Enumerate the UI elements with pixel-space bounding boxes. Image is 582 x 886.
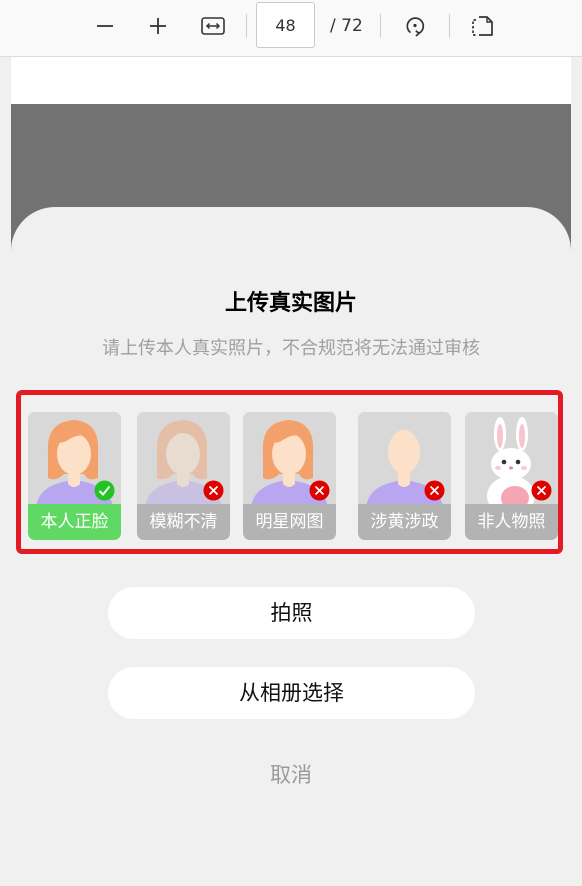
pdf-page: 上传真实图片 请上传本人真实照片，不合规范将无法通过审核 本人正脸 模糊不清 明… — [11, 57, 571, 886]
example-label: 模糊不清 — [137, 504, 230, 540]
upload-bottom-sheet: 上传真实图片 请上传本人真实照片，不合规范将无法通过审核 本人正脸 模糊不清 明… — [11, 207, 571, 886]
zoom-in-button[interactable] — [138, 8, 178, 44]
wrong-icon — [424, 480, 445, 501]
page-view-icon — [472, 16, 493, 36]
wrong-icon — [203, 480, 224, 501]
page-top-strip — [11, 57, 571, 104]
example-card-celebrity: 明星网图 — [243, 412, 336, 540]
fit-width-icon — [201, 17, 225, 35]
fit-width-button[interactable] — [193, 8, 233, 44]
example-card-inappropriate: 涉黄涉政 — [358, 412, 451, 540]
rotate-icon — [406, 17, 425, 37]
plus-icon — [150, 18, 166, 34]
wrong-icon — [531, 480, 552, 501]
example-label: 本人正脸 — [28, 504, 121, 540]
choose-from-album-button[interactable]: 从相册选择 — [108, 667, 475, 719]
example-label: 涉黄涉政 — [358, 504, 451, 540]
cancel-button[interactable]: 取消 — [11, 759, 571, 789]
page-number-input[interactable] — [256, 2, 315, 48]
toolbar-separator — [246, 14, 247, 38]
wrong-icon — [309, 480, 330, 501]
check-icon — [94, 480, 115, 501]
toolbar-separator — [380, 14, 381, 38]
example-card-blurry: 模糊不清 — [137, 412, 230, 540]
minus-icon — [97, 25, 113, 27]
zoom-out-button[interactable] — [85, 8, 125, 44]
page-view-button[interactable] — [462, 8, 502, 44]
rotate-button[interactable] — [395, 8, 435, 44]
sheet-subtitle: 请上传本人真实照片，不合规范将无法通过审核 — [102, 338, 480, 359]
sheet-title: 上传真实图片 — [224, 291, 357, 316]
page-total: / 72 — [330, 16, 363, 36]
example-label: 明星网图 — [243, 504, 336, 540]
example-label: 非人物照 — [465, 504, 558, 540]
take-photo-button[interactable]: 拍照 — [108, 587, 475, 639]
example-card-non-person: 非人物照 — [465, 412, 558, 540]
toolbar-separator — [449, 14, 450, 38]
pdf-toolbar: / 72 — [0, 0, 582, 57]
example-card-correct: 本人正脸 — [28, 412, 121, 540]
